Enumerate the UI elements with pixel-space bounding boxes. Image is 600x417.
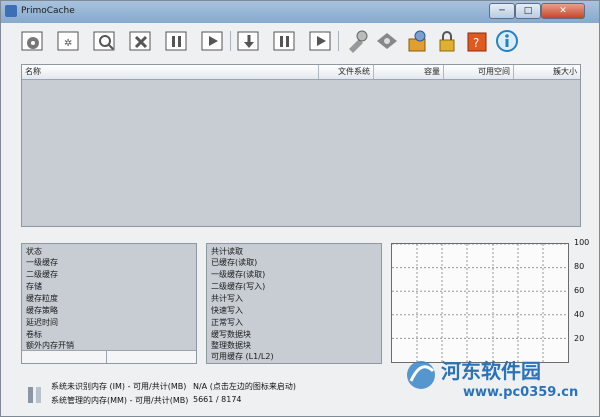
new-cache-task-icon	[21, 31, 43, 51]
stat-row: 共计写入	[211, 294, 243, 303]
stat-row: 整理数据块	[211, 341, 251, 350]
lock-icon	[439, 31, 455, 52]
info-row: 一级缓存	[26, 258, 58, 267]
about-button[interactable]	[493, 27, 521, 55]
lock-button[interactable]	[433, 27, 461, 55]
resume-all-button[interactable]	[307, 27, 335, 55]
cache-stats-panel: 共计读取 已缓存(读取) 一级缓存(读取) 二级缓存(写入) 共计写入 快速写入…	[206, 243, 382, 364]
tools-icon	[349, 30, 368, 53]
flush-button[interactable]	[235, 27, 263, 55]
toolbar-separator	[230, 31, 231, 51]
y-tick-label: 40	[574, 310, 585, 319]
volume-list[interactable]: 名称 文件系统 容量 可用空间 簇大小	[21, 64, 581, 227]
y-tick-label: 20	[574, 334, 585, 343]
check-button[interactable]	[91, 27, 119, 55]
im-value: N/A (点击左边的图标来启动)	[193, 382, 296, 391]
chart-grid	[392, 243, 568, 362]
flush-icon	[237, 31, 259, 51]
gear-box-icon	[408, 30, 426, 52]
title-bar: PrimoCache ─ □ ✕	[1, 1, 599, 23]
info-row: 状态	[26, 247, 42, 256]
info-row: 卷标	[26, 330, 42, 339]
toolbar-separator	[338, 31, 339, 51]
close-button[interactable]: ✕	[541, 3, 585, 19]
stat-row: 正常写入	[211, 318, 243, 327]
watermark-url: www.pc0359.cn	[463, 385, 579, 400]
im-label: 系统未识别内存 (IM) - 可用/共计(MB)	[51, 382, 187, 391]
stat-row: 已缓存(读取)	[211, 258, 258, 267]
stat-row: 缓写数据块	[211, 330, 251, 339]
info-row: 二级缓存	[26, 270, 58, 279]
y-tick-label: 60	[574, 286, 585, 295]
memory-icon[interactable]	[27, 385, 45, 407]
mm-label: 系统管理的内存(MM) - 可用/共计(MB)	[51, 396, 189, 405]
help-button[interactable]: ?	[463, 27, 491, 55]
pause-all-icon	[273, 31, 295, 51]
defer-write-button[interactable]: ✲	[55, 27, 83, 55]
resume-icon	[201, 31, 223, 51]
y-tick-label: 100	[574, 238, 590, 247]
info-panel-footer	[22, 350, 196, 363]
resume-button[interactable]	[199, 27, 227, 55]
info-icon	[496, 30, 518, 52]
tools-button[interactable]	[343, 27, 371, 55]
pause-button[interactable]	[163, 27, 191, 55]
pause-icon	[165, 31, 187, 51]
maximize-button[interactable]: □	[515, 3, 541, 19]
pause-all-button[interactable]	[271, 27, 299, 55]
footer-divider	[106, 351, 107, 363]
app-window: PrimoCache ─ □ ✕ ✲ ? 名称 文件系统 容量 可用空间 簇大小…	[0, 0, 600, 417]
stat-row: 可用缓存 (L1/L2)	[211, 352, 274, 361]
info-row: 延迟时间	[26, 318, 58, 327]
column-header-capacity[interactable]: 容量	[374, 65, 444, 79]
app-icon	[5, 5, 17, 17]
y-tick-label: 80	[574, 262, 585, 271]
check-icon	[93, 31, 115, 51]
options-icon	[377, 33, 397, 49]
options-button[interactable]	[373, 27, 401, 55]
resume-all-icon	[309, 31, 331, 51]
column-header-free[interactable]: 可用空间	[444, 65, 514, 79]
minimize-button[interactable]: ─	[489, 3, 515, 19]
svg-text:?: ?	[473, 36, 479, 50]
new-cache-task-button[interactable]	[19, 27, 47, 55]
stat-row: 二级缓存(写入)	[211, 282, 266, 291]
window-title: PrimoCache	[21, 6, 75, 16]
svg-text:✲: ✲	[64, 38, 72, 49]
help-icon: ?	[467, 32, 487, 52]
site-watermark: 河东软件园 www.pc0359.cn	[401, 351, 600, 411]
info-row: 缓存粒度	[26, 294, 58, 303]
column-header-filesystem[interactable]: 文件系统	[319, 65, 374, 79]
info-row: 存储	[26, 282, 42, 291]
watermark-text: 河东软件园	[441, 359, 541, 383]
column-header-name[interactable]: 名称	[22, 65, 319, 79]
stat-row: 快速写入	[211, 306, 243, 315]
settings-button[interactable]	[403, 27, 431, 55]
cache-hit-chart	[391, 243, 569, 363]
info-row: 缓存策略	[26, 306, 58, 315]
defer-write-settings-icon: ✲	[57, 31, 79, 51]
column-header-cluster[interactable]: 簇大小	[514, 65, 580, 79]
delete-button[interactable]	[127, 27, 155, 55]
delete-icon	[129, 31, 151, 51]
volume-list-header: 名称 文件系统 容量 可用空间 簇大小	[22, 65, 580, 80]
mm-value: 5661 / 8174	[193, 395, 242, 404]
cache-info-panel: 状态 一级缓存 二级缓存 存储 缓存粒度 缓存策略 延迟时间 卷标 额外内存开销	[21, 243, 197, 364]
stat-row: 共计读取	[211, 247, 243, 256]
stat-row: 一级缓存(读取)	[211, 270, 266, 279]
